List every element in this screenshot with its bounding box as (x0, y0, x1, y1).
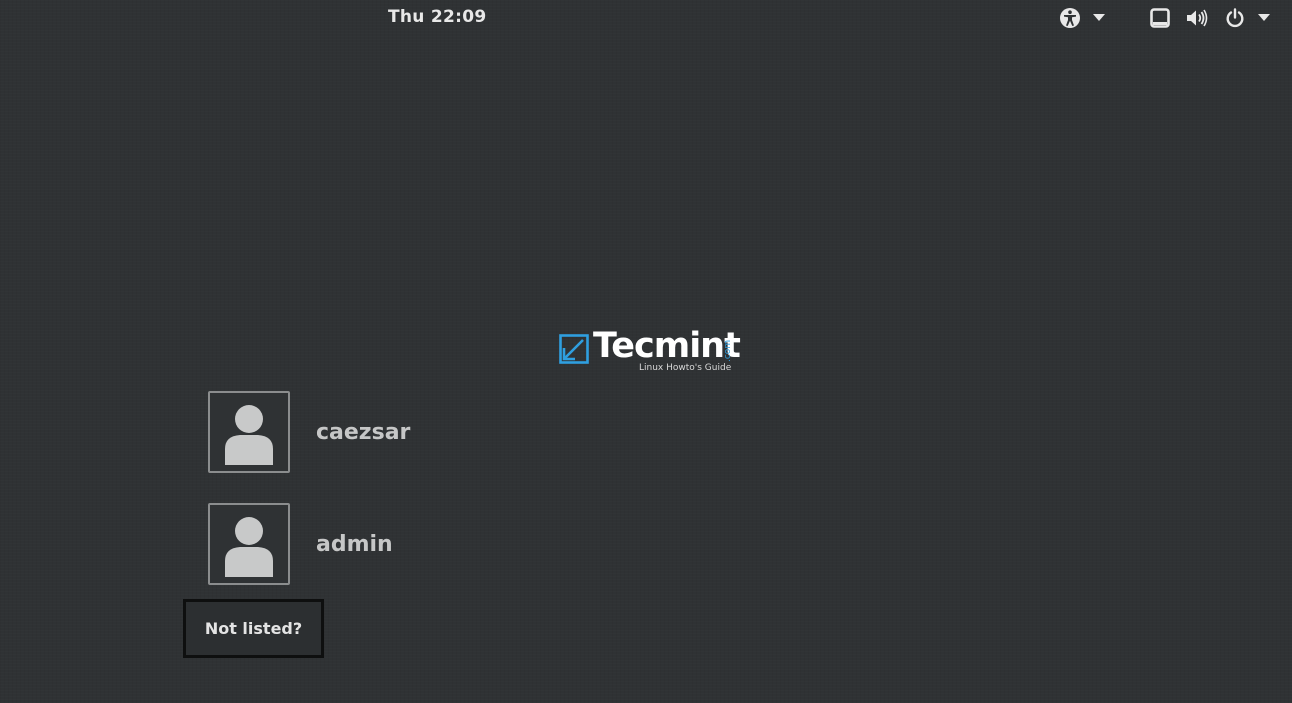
user-list-item[interactable]: caezsar (208, 390, 410, 474)
logo-word-tec: Tec (593, 326, 655, 366)
user-avatar-icon (208, 391, 290, 473)
chevron-down-icon[interactable] (1257, 7, 1271, 29)
user-list-item[interactable]: admin (208, 502, 393, 586)
chevron-down-icon[interactable] (1092, 7, 1106, 29)
logo-tagline: Linux Howto's Guide (639, 363, 732, 373)
user-name: admin (316, 531, 393, 557)
login-screen: Thu 22:09 Tecmint .com Linux Howto's Gui… (0, 0, 1292, 703)
logo-mark-icon (559, 334, 589, 368)
logo-dotcom: .com (723, 339, 733, 362)
power-icon[interactable] (1224, 7, 1246, 29)
accessibility-icon[interactable] (1058, 7, 1082, 29)
volume-icon[interactable] (1185, 7, 1209, 29)
top-bar: Thu 22:09 (0, 0, 1292, 36)
clock[interactable]: Thu 22:09 (388, 7, 487, 27)
display-icon[interactable] (1149, 7, 1171, 29)
not-listed-button[interactable]: Not listed? (183, 599, 324, 658)
user-name: caezsar (316, 419, 411, 445)
logo-wordmark: Tecmint (593, 326, 741, 366)
not-listed-label: Not listed? (204, 619, 303, 638)
user-avatar-icon (208, 503, 290, 585)
